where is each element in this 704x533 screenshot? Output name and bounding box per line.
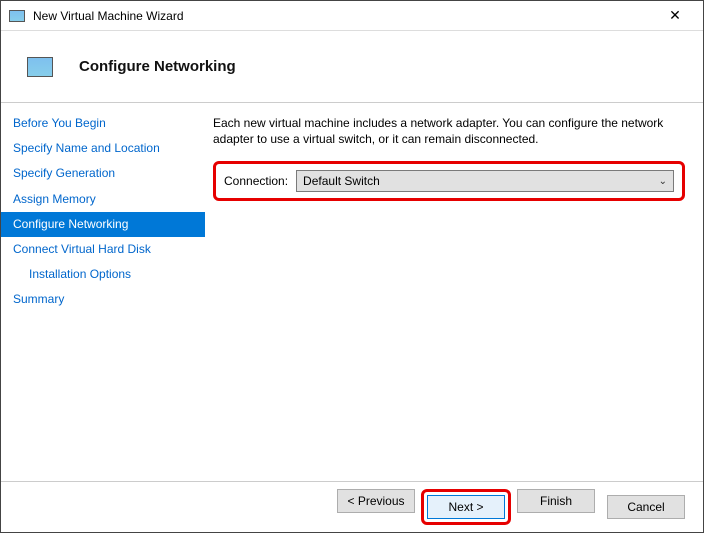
close-button[interactable]: ✕ bbox=[655, 2, 695, 30]
wizard-body: Before You BeginSpecify Name and Locatio… bbox=[1, 103, 703, 481]
wizard-steps-sidebar: Before You BeginSpecify Name and Locatio… bbox=[1, 103, 205, 481]
connection-highlight: Connection: Default Switch ⌄ bbox=[213, 161, 685, 201]
next-highlight: Next > bbox=[421, 489, 511, 525]
previous-button[interactable]: < Previous bbox=[337, 489, 415, 513]
description-text: Each new virtual machine includes a netw… bbox=[213, 115, 685, 147]
cancel-button[interactable]: Cancel bbox=[607, 495, 685, 519]
sidebar-step-2[interactable]: Specify Generation bbox=[1, 161, 205, 186]
chevron-down-icon: ⌄ bbox=[659, 176, 667, 187]
finish-button[interactable]: Finish bbox=[517, 489, 595, 513]
sidebar-step-7[interactable]: Summary bbox=[1, 287, 205, 312]
window-title: New Virtual Machine Wizard bbox=[33, 9, 655, 23]
titlebar: New Virtual Machine Wizard ✕ bbox=[1, 1, 703, 31]
sidebar-step-1[interactable]: Specify Name and Location bbox=[1, 136, 205, 161]
app-icon bbox=[9, 10, 25, 22]
wizard-icon bbox=[27, 57, 53, 77]
sidebar-step-3[interactable]: Assign Memory bbox=[1, 187, 205, 212]
connection-selected-value: Default Switch bbox=[303, 174, 380, 188]
sidebar-step-4[interactable]: Configure Networking bbox=[1, 212, 205, 237]
connection-dropdown[interactable]: Default Switch ⌄ bbox=[296, 170, 674, 192]
sidebar-step-0[interactable]: Before You Begin bbox=[1, 111, 205, 136]
nav-button-group: < Previous Next > Finish bbox=[337, 489, 595, 525]
wizard-content: Each new virtual machine includes a netw… bbox=[205, 103, 703, 481]
next-button[interactable]: Next > bbox=[427, 495, 505, 519]
sidebar-step-5[interactable]: Connect Virtual Hard Disk bbox=[1, 237, 205, 262]
page-title: Configure Networking bbox=[79, 58, 236, 75]
wizard-footer: < Previous Next > Finish Cancel bbox=[1, 481, 703, 531]
connection-label: Connection: bbox=[224, 174, 288, 188]
wizard-header: Configure Networking bbox=[1, 31, 703, 103]
sidebar-step-6[interactable]: Installation Options bbox=[1, 262, 205, 287]
